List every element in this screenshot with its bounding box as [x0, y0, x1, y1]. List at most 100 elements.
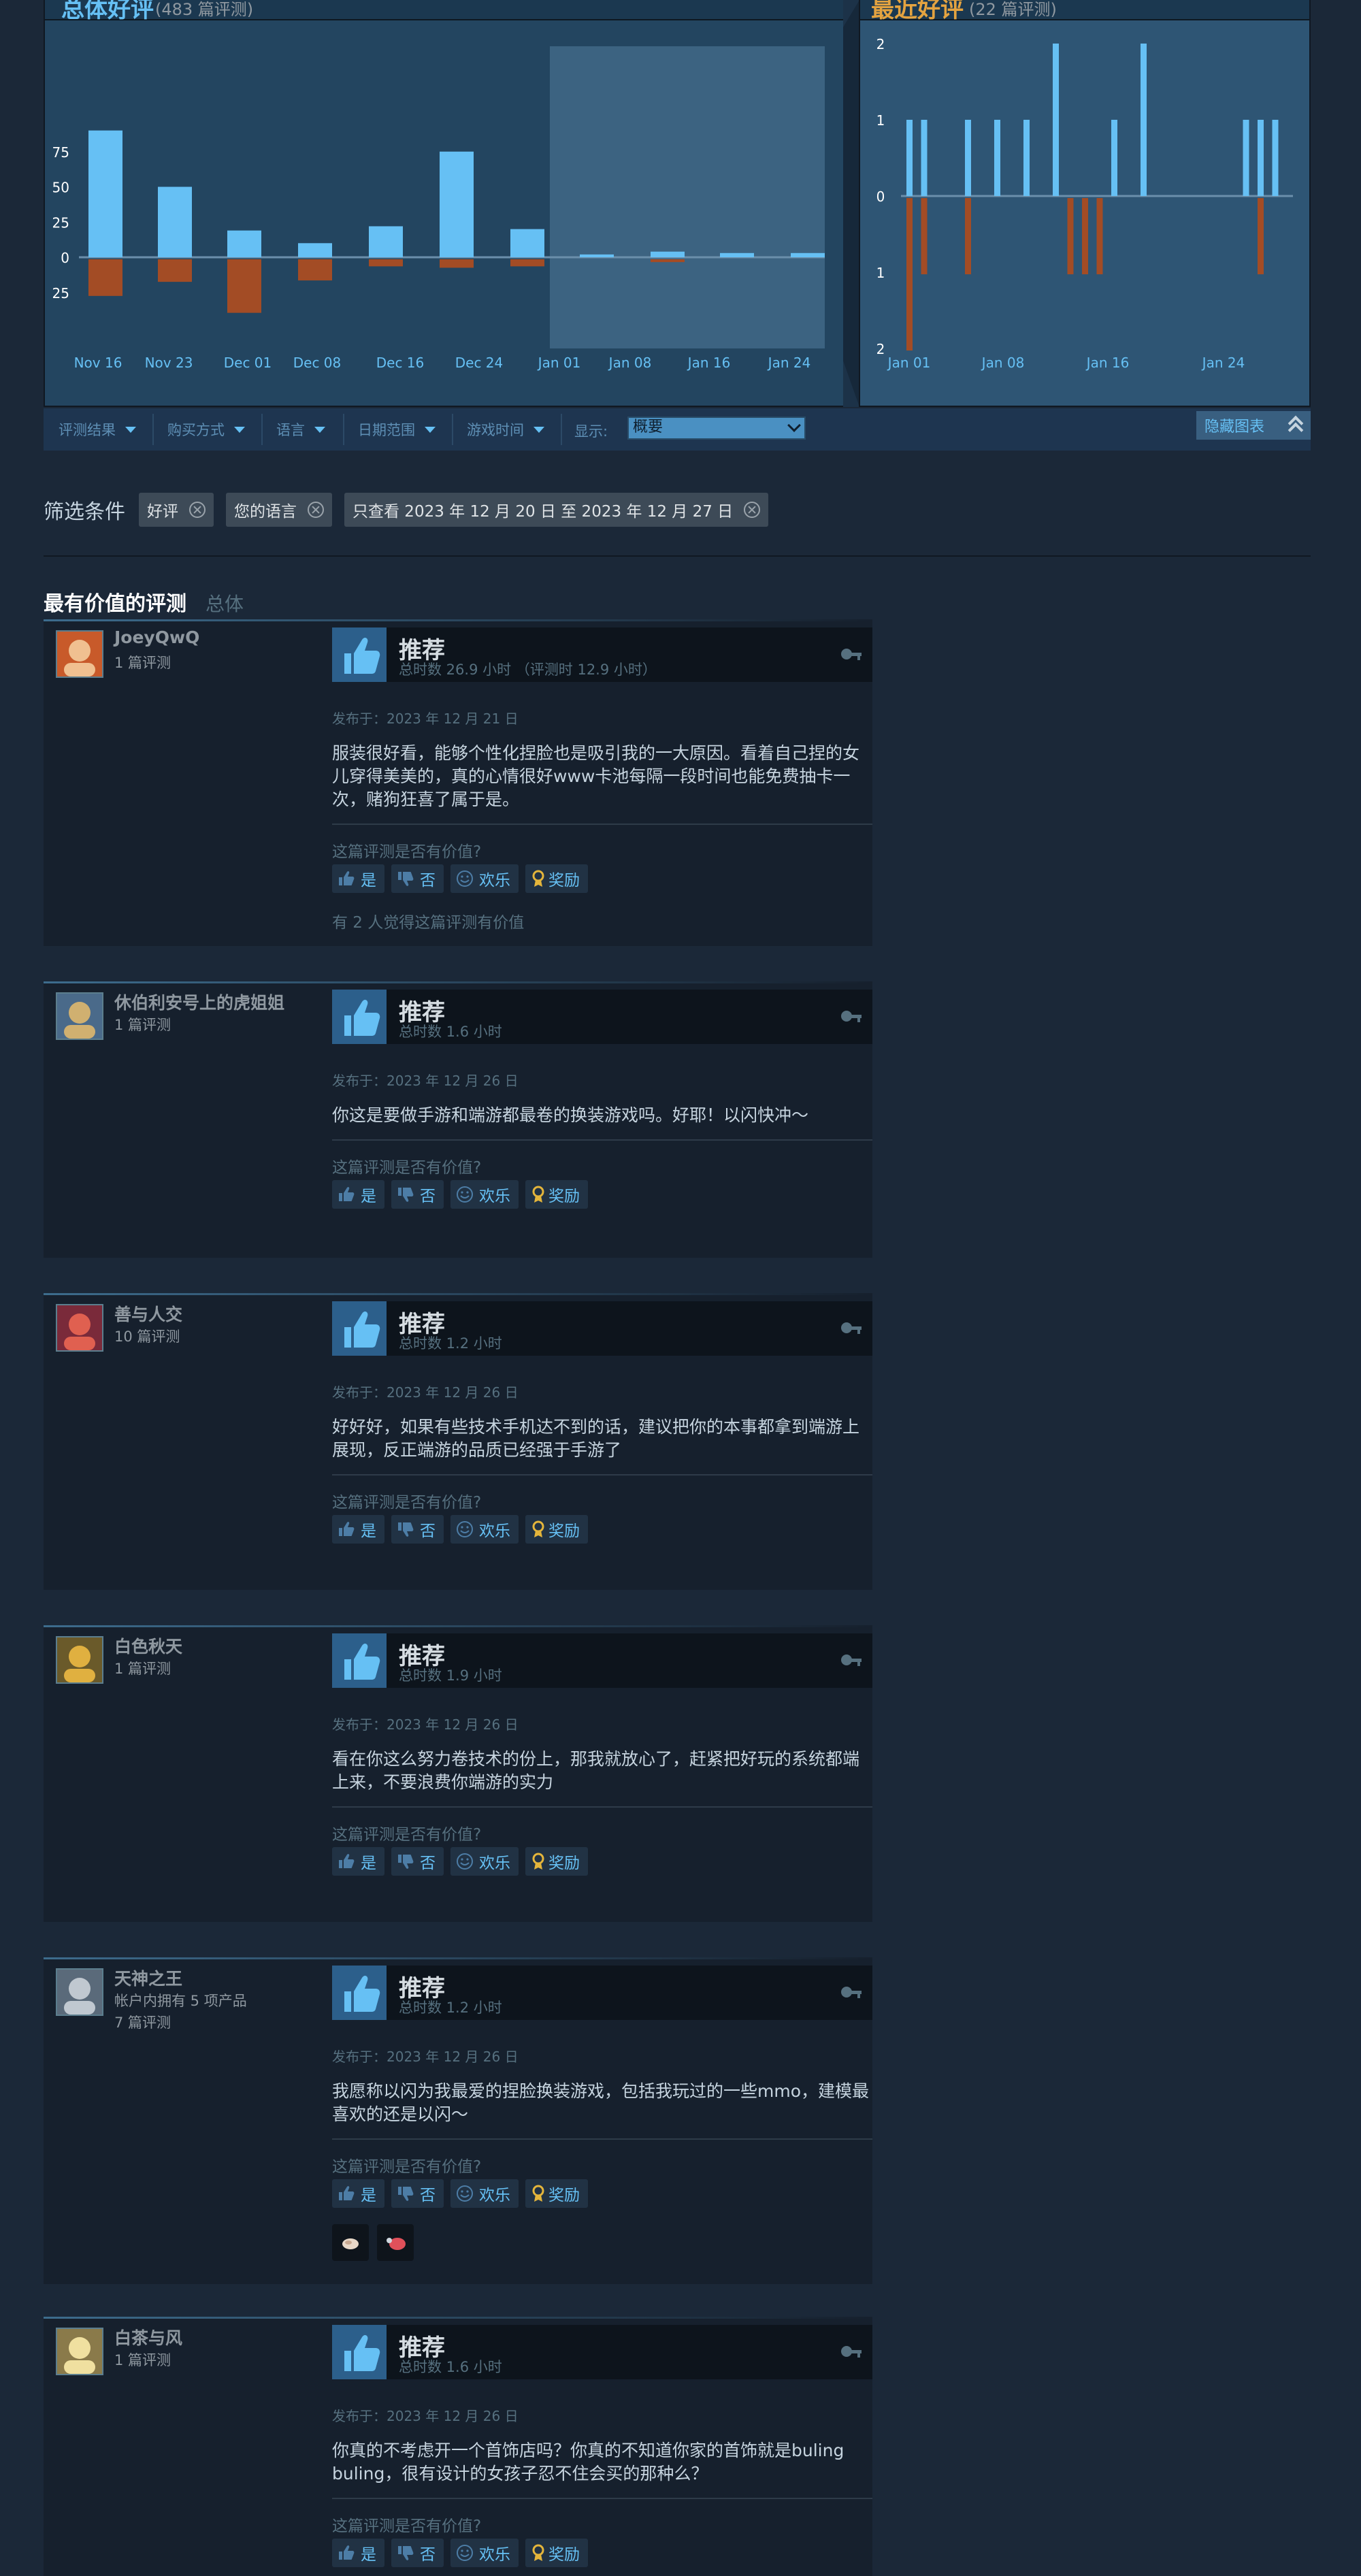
- award-label: 奖励: [548, 2546, 580, 2564]
- vote-no-button[interactable]: 否: [391, 2179, 444, 2208]
- award-label: 奖励: [548, 1188, 580, 1205]
- remove-icon[interactable]: [744, 502, 761, 518]
- vote-yes-button[interactable]: 是: [332, 2539, 384, 2567]
- posted-date: 发布于：2023 年 12 月 26 日: [332, 2408, 519, 2424]
- filter-chip-positive[interactable]: 好评: [139, 493, 214, 527]
- review-award-badge[interactable]: [377, 2224, 414, 2261]
- vote-funny-button[interactable]: 欢乐: [450, 864, 519, 893]
- playtime-hours: 总时数 1.9 小时: [399, 1667, 502, 1684]
- vote-header[interactable]: 推荐 总时数 1.6 小时: [332, 2325, 872, 2379]
- vote-no-button[interactable]: 否: [391, 2539, 444, 2567]
- author-review-count-2[interactable]: 7 篇评测: [114, 2012, 171, 2032]
- filter-purchase-type[interactable]: 购买方式: [167, 408, 245, 451]
- award-button[interactable]: 奖励: [525, 1515, 588, 1544]
- review-card: JoeyQwQ 1 篇评测 推荐 总时数 26.9 小时 （评测时 12.9 小…: [44, 619, 872, 946]
- vote-no-label: 否: [420, 2546, 436, 2564]
- remove-icon[interactable]: [189, 502, 206, 518]
- thumbs-down-icon: [398, 1188, 414, 1202]
- display-select[interactable]: 概要: [627, 417, 806, 440]
- author-review-count[interactable]: 1 篇评测: [114, 652, 171, 672]
- negative-bar: [227, 259, 261, 313]
- vote-header[interactable]: 推荐 总时数 1.6 小时: [332, 990, 872, 1044]
- avatar[interactable]: [56, 1968, 103, 2016]
- positive-bar: [580, 254, 614, 257]
- key-icon: [841, 1011, 862, 1022]
- vote-header[interactable]: 推荐 总时数 26.9 小时 （评测时 12.9 小时）: [332, 627, 872, 682]
- thumbs-up-icon: [332, 1966, 387, 2020]
- avatar[interactable]: [56, 1304, 103, 1352]
- filter-playtime[interactable]: 游戏时间: [467, 408, 544, 451]
- filter-language[interactable]: 语言: [276, 408, 325, 451]
- vote-header[interactable]: 推荐 总时数 1.2 小时: [332, 1966, 872, 2020]
- award-button[interactable]: 奖励: [525, 2179, 588, 2208]
- award-button[interactable]: 奖励: [525, 1847, 588, 1876]
- author-review-count[interactable]: 帐户内拥有 5 项产品: [114, 1990, 247, 2010]
- recent-chart-title: 最近好评: [871, 0, 964, 23]
- vote-funny-button[interactable]: 欢乐: [450, 1515, 519, 1544]
- author-name[interactable]: JoeyQwQ: [114, 627, 199, 647]
- filter-date-range[interactable]: 日期范围: [358, 408, 436, 451]
- recent-chart-svg[interactable]: 21012Jan 01 Jan 08 Jan 16 Jan 24: [860, 20, 1309, 407]
- filter-chip-language[interactable]: 您的语言: [226, 493, 332, 527]
- hide-graph-button[interactable]: 隐藏图表: [1196, 411, 1311, 440]
- author-review-count[interactable]: 1 篇评测: [114, 1014, 171, 1034]
- review-award-badge[interactable]: [332, 2224, 369, 2261]
- vote-funny-button[interactable]: 欢乐: [450, 1180, 519, 1209]
- review-top-border: [44, 2317, 872, 2319]
- author-review-count[interactable]: 1 篇评测: [114, 1658, 171, 1678]
- author-name[interactable]: 白色秋天: [114, 1633, 182, 1658]
- thumbs-up-icon: [332, 990, 387, 1044]
- author-review-count[interactable]: 1 篇评测: [114, 2349, 171, 2370]
- smiley-icon: [457, 1853, 473, 1870]
- positive-bar: [994, 120, 1000, 196]
- vote-buttons: 是 否 欢乐 奖励: [332, 1180, 595, 1209]
- author-name[interactable]: 天神之王: [114, 1966, 182, 1990]
- smiley-icon: [457, 1186, 473, 1203]
- author-review-count[interactable]: 10 篇评测: [114, 1326, 180, 1346]
- vote-funny-button[interactable]: 欢乐: [450, 2179, 519, 2208]
- vote-header[interactable]: 推荐 总时数 1.2 小时: [332, 1301, 872, 1356]
- vote-yes-button[interactable]: 是: [332, 1515, 384, 1544]
- thumbs-up-icon: [339, 1522, 355, 1536]
- avatar[interactable]: [56, 2328, 103, 2375]
- filter-chip-date[interactable]: 只查看 2023 年 12 月 20 日 至 2023 年 12 月 27 日: [344, 493, 769, 527]
- helpful-question: 这篇评测是否有价值?: [332, 843, 482, 861]
- content-divider: [332, 1806, 872, 1808]
- author-name[interactable]: 白茶与风: [114, 2325, 182, 2349]
- remove-icon[interactable]: [308, 502, 324, 518]
- y-tick-label: 25: [52, 214, 69, 231]
- award-button[interactable]: 奖励: [525, 1180, 588, 1209]
- avatar[interactable]: [56, 1636, 103, 1684]
- vote-yes-button[interactable]: 是: [332, 1847, 384, 1876]
- vote-funny-button[interactable]: 欢乐: [450, 1847, 519, 1876]
- filter-review-type[interactable]: 评测结果: [59, 408, 136, 451]
- avatar[interactable]: [56, 992, 103, 1040]
- vote-yes-button[interactable]: 是: [332, 2179, 384, 2208]
- x-tick-label: Dec 16: [376, 355, 425, 371]
- award-button[interactable]: 奖励: [525, 2539, 588, 2567]
- vote-no-label: 否: [420, 1188, 436, 1205]
- thumbs-down-icon: [398, 872, 414, 886]
- negative-bar: [965, 198, 971, 274]
- vote-yes-button[interactable]: 是: [332, 864, 384, 893]
- overall-chart-svg[interactable]: 75 50 25 0 25 Nov 16 Nov 23 Dec 01 Dec 08 Dec 16 D…: [45, 20, 845, 407]
- vote-funny-button[interactable]: 欢乐: [450, 2539, 519, 2567]
- vote-no-button[interactable]: 否: [391, 1515, 444, 1544]
- review-content: 服装很好看，能够个性化捏脸也是吸引我的一大原因。看着自己捏的女儿穿得美美的，真的…: [332, 743, 860, 809]
- thumbs-up-icon: [339, 2545, 355, 2560]
- vote-no-button[interactable]: 否: [391, 864, 444, 893]
- author-name[interactable]: 休伯利安号上的虎姐姐: [114, 990, 284, 1014]
- recent-range-highlight: [550, 46, 825, 348]
- avatar[interactable]: [56, 630, 103, 678]
- x-tick-label: Jan 01: [537, 355, 581, 371]
- vote-yes-label: 是: [361, 1188, 376, 1205]
- negative-bar: [921, 198, 928, 274]
- vote-no-button[interactable]: 否: [391, 1847, 444, 1876]
- key-icon: [841, 1654, 862, 1666]
- author-name[interactable]: 善与人交: [114, 1301, 182, 1326]
- thumbs-down-icon: [398, 1522, 414, 1537]
- award-button[interactable]: 奖励: [525, 864, 588, 893]
- vote-no-button[interactable]: 否: [391, 1180, 444, 1209]
- vote-yes-button[interactable]: 是: [332, 1180, 384, 1209]
- vote-header[interactable]: 推荐 总时数 1.9 小时: [332, 1633, 872, 1688]
